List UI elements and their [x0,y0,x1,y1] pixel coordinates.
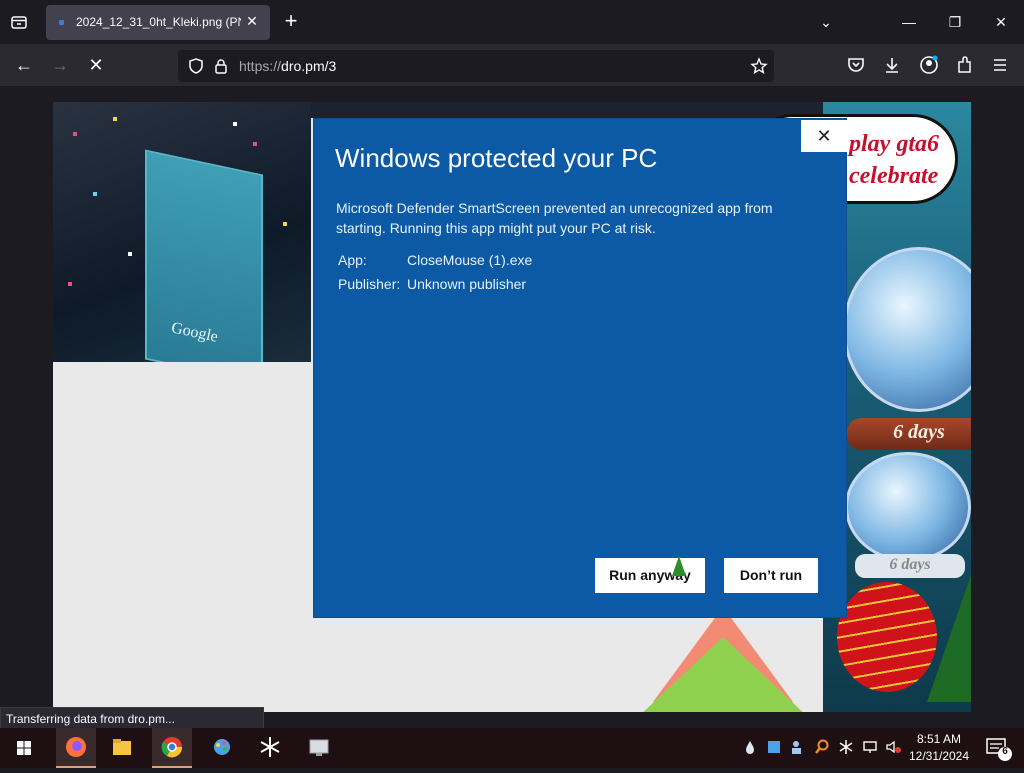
tab-list-chevron-down-icon[interactable]: ⌄ [816,12,836,32]
bookmark-star-icon[interactable] [750,57,768,75]
smartscreen-dialog: ✕ Windows protected your PC Microsoft De… [313,118,847,618]
tray-network-icon[interactable] [861,738,879,756]
dont-run-button[interactable]: Don’t run [724,558,818,593]
stop-loading-button[interactable]: ✕ [84,53,108,77]
app-value: CloseMouse (1).exe [407,252,533,268]
app-label: App: [338,252,367,268]
list-all-tabs-icon[interactable] [10,13,28,31]
minimize-button[interactable]: — [899,12,919,32]
tab-favicon-icon [59,20,64,25]
dialog-close-button[interactable]: ✕ [801,120,847,152]
notification-count-badge: 6 [1002,746,1008,757]
address-bar[interactable]: https://dro.pm/3 [178,50,774,82]
tray-search-orange-icon[interactable] [813,738,831,756]
publisher-label: Publisher: [338,276,401,292]
tray-asterisk-icon[interactable] [837,738,855,756]
back-button[interactable]: ← [12,53,36,77]
tab-title: 2024_12_31_0ht_Kleki.png (PNG [76,15,241,29]
taskbar-paint-icon[interactable] [202,728,242,768]
publisher-row: Publisher: Unknown publisher [338,276,526,292]
tab-close-icon[interactable]: ✕ [244,13,260,29]
speech-line-1: play gta6 [849,131,939,157]
status-bar: Transferring data from dro.pm... [0,707,264,729]
forward-button[interactable]: → [48,53,72,77]
green-triangle-decoration [638,637,808,712]
clock-time: 8:51 AM [916,732,962,746]
christmas-tree-decoration [927,572,971,702]
app-row: App: CloseMouse (1).exe [338,252,532,268]
close-window-button[interactable]: ✕ [991,12,1011,32]
new-tab-button[interactable]: + [280,10,302,32]
tree-cursor-icon [672,556,686,576]
speech-line-2: celebrate [849,163,939,189]
start-windows-icon[interactable] [4,728,44,768]
taskbar-firefox-icon[interactable] [56,728,96,768]
active-tab[interactable]: 2024_12_31_0ht_Kleki.png (PNG ✕ [46,5,270,40]
spiral-tree-decoration [837,582,937,692]
countdown-ribbon-1: 6 days [847,418,971,450]
taskbar-clock[interactable]: 8:51 AM 12/31/2024 [906,731,972,765]
windows-taskbar: 8:51 AM 12/31/2024 6 [0,728,1024,768]
downloads-icon[interactable] [882,55,902,75]
tray-blue-square-icon[interactable] [765,738,783,756]
url-text: https://dro.pm/3 [239,58,337,74]
browser-tab-bar: 2024_12_31_0ht_Kleki.png (PNG ✕ + ⌄ — ❐ … [0,0,1024,44]
tray-volume-muted-icon[interactable] [884,738,902,756]
tray-people-icon[interactable] [789,738,807,756]
taskbar-chrome-icon[interactable] [152,728,192,768]
dialog-description: Microsoft Defender SmartScreen prevented… [336,200,773,236]
lock-icon[interactable] [212,57,230,75]
dialog-title: Windows protected your PC [335,143,658,173]
menu-hamburger-icon[interactable] [990,55,1010,75]
taskbar-file-explorer-icon[interactable] [102,728,142,768]
taskbar-asterisk-app-icon[interactable] [250,728,290,768]
browser-navigation-bar: ← → ✕ https://dro.pm/3 [0,44,1024,86]
publisher-value: Unknown publisher [407,276,527,292]
account-icon[interactable] [919,55,939,75]
pocket-icon[interactable] [846,55,866,75]
clock-date: 12/31/2024 [908,749,970,763]
tray-drop-icon[interactable] [741,738,759,756]
run-anyway-button[interactable]: Run anyway [595,558,705,593]
taskbar-remote-desktop-icon[interactable] [299,728,339,768]
restore-button[interactable]: ❐ [945,12,965,32]
times-square-photo: Google [53,102,311,362]
extensions-icon[interactable] [955,55,975,75]
snow-globe-bottom [845,452,971,562]
tracking-protection-shield-icon[interactable] [187,57,205,75]
notification-center-icon[interactable]: 6 [978,728,1018,768]
